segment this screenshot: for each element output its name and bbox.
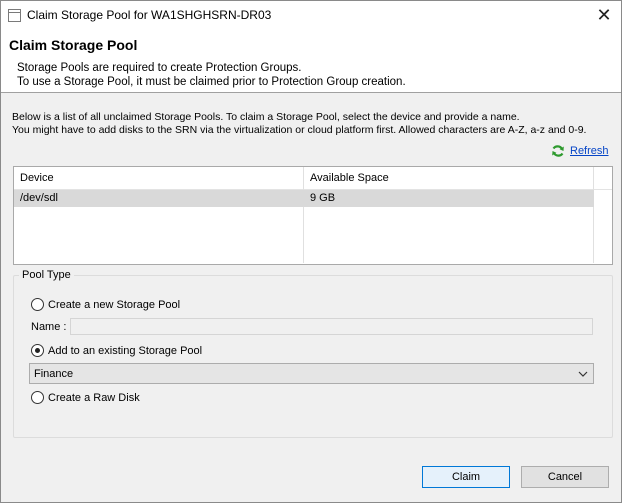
selected-pool-value: Finance xyxy=(34,368,74,380)
claim-storage-pool-dialog: Claim Storage Pool for WA1SHGHSRN-DR03 ✕… xyxy=(0,0,622,503)
pool-name-input[interactable] xyxy=(70,318,593,335)
add-existing-pool-radio[interactable] xyxy=(31,344,44,357)
available-space-cell: 9 GB xyxy=(310,192,336,204)
window-icon xyxy=(8,9,21,22)
raw-disk-label: Create a Raw Disk xyxy=(48,391,140,404)
storage-pool-list[interactable]: Device Available Space /dev/sdl 9 GB xyxy=(13,166,613,265)
existing-pool-dropdown[interactable]: Finance xyxy=(29,363,594,384)
column-header-device[interactable]: Device xyxy=(20,172,54,184)
column-header-available-space[interactable]: Available Space xyxy=(310,172,389,184)
add-existing-pool-label: Add to an existing Storage Pool xyxy=(48,344,203,357)
column-divider xyxy=(303,167,304,263)
close-icon: ✕ xyxy=(596,5,612,25)
name-label: Name : xyxy=(31,321,67,333)
cancel-button[interactable]: Cancel xyxy=(521,466,609,488)
chevron-down-icon xyxy=(578,371,588,377)
list-header: Device Available Space xyxy=(14,167,612,190)
claim-button[interactable]: Claim xyxy=(422,466,510,488)
window-title: Claim Storage Pool for WA1SHGHSRN-DR03 xyxy=(27,8,272,22)
column-divider xyxy=(593,167,594,263)
header-description-line1: Storage Pools are required to create Pro… xyxy=(17,62,302,74)
refresh-icon xyxy=(552,145,564,157)
header-title: Claim Storage Pool xyxy=(9,37,138,53)
refresh-link[interactable]: Refresh xyxy=(570,145,609,157)
pool-type-label: Pool Type xyxy=(19,269,74,281)
title-bar: Claim Storage Pool for WA1SHGHSRN-DR03 ✕ xyxy=(1,1,621,29)
create-new-pool-label: Create a new Storage Pool xyxy=(48,298,181,311)
instructions-line2: You might have to add disks to the SRN v… xyxy=(12,124,587,136)
add-existing-pool-option[interactable]: Add to an existing Storage Pool xyxy=(31,344,202,357)
raw-disk-radio[interactable] xyxy=(31,391,44,404)
close-button[interactable]: ✕ xyxy=(587,1,621,29)
create-new-pool-radio[interactable] xyxy=(31,298,44,311)
header-description-line2: To use a Storage Pool, it must be claime… xyxy=(17,76,406,88)
dialog-header: Claim Storage Pool Storage Pools are req… xyxy=(1,29,621,92)
instructions-line1: Below is a list of all unclaimed Storage… xyxy=(12,111,520,123)
table-row[interactable]: /dev/sdl 9 GB xyxy=(14,190,594,207)
refresh-link-group[interactable]: Refresh xyxy=(551,143,609,159)
device-cell: /dev/sdl xyxy=(20,192,58,204)
create-new-pool-option[interactable]: Create a new Storage Pool xyxy=(31,298,180,311)
raw-disk-option[interactable]: Create a Raw Disk xyxy=(31,391,140,404)
header-divider xyxy=(1,92,621,93)
